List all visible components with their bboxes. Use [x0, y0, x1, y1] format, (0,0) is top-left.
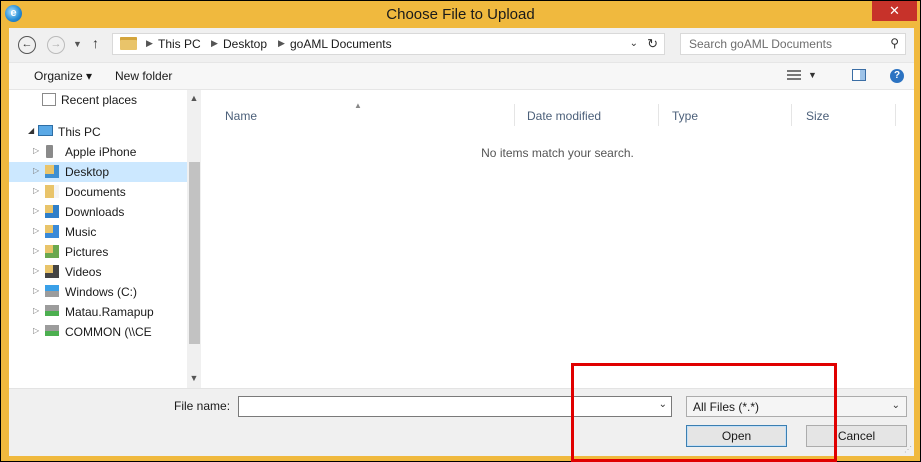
nav-item-windows-c[interactable]: ▷ Windows (C:): [9, 282, 187, 302]
search-input[interactable]: [689, 36, 869, 52]
downloads-folder-icon: [45, 205, 59, 218]
back-button[interactable]: ←: [18, 36, 36, 54]
nav-item-label: Downloads: [65, 205, 125, 219]
drive-icon: [45, 285, 59, 297]
nav-item-this-pc[interactable]: ◢ This PC: [9, 122, 187, 142]
view-options-icon[interactable]: [787, 70, 801, 81]
videos-folder-icon: [45, 265, 59, 278]
nav-item-recent-places[interactable]: Recent places: [9, 90, 187, 110]
nav-item-apple-iphone[interactable]: ▷ Apple iPhone: [9, 142, 187, 162]
chevron-right-icon[interactable]: ▶: [211, 38, 218, 49]
nav-item-music[interactable]: ▷ Music: [9, 222, 187, 242]
empty-results-message: No items match your search.: [481, 146, 634, 160]
chevron-right-icon[interactable]: ▶: [278, 38, 285, 49]
nav-item-downloads[interactable]: ▷ Downloads: [9, 202, 187, 222]
nav-item-label: Matau.Ramapup: [65, 305, 154, 319]
desktop-folder-icon: [45, 165, 59, 178]
nav-item-matau-ramapup[interactable]: ▷ Matau.Ramapup: [9, 302, 187, 322]
column-divider[interactable]: [895, 104, 896, 126]
close-button[interactable]: ✕: [872, 1, 917, 21]
nav-item-desktop[interactable]: ▷ Desktop: [9, 162, 191, 182]
file-name-label: File name:: [174, 399, 231, 413]
scrollbar-thumb[interactable]: [189, 162, 200, 344]
chevron-down-icon[interactable]: ⌄: [892, 400, 900, 411]
new-folder-button[interactable]: New folder: [115, 69, 172, 83]
command-toolbar: Organize ▾ New folder ▼ ?: [9, 62, 914, 90]
preview-pane-icon[interactable]: [852, 69, 866, 81]
annotation-highlight-box: [571, 363, 837, 462]
recent-places-icon: [42, 93, 56, 106]
pictures-folder-icon: [45, 245, 59, 258]
title-bar: e Choose File to Upload ✕: [1, 1, 920, 28]
chevron-right-icon[interactable]: ▶: [146, 38, 153, 49]
documents-folder-icon: [45, 185, 59, 198]
collapsed-arrow-icon[interactable]: ▷: [33, 306, 39, 315]
collapsed-arrow-icon[interactable]: ▷: [33, 226, 39, 235]
nav-item-label: Apple iPhone: [65, 145, 137, 159]
expanded-arrow-icon[interactable]: ◢: [28, 126, 34, 135]
scroll-down-arrow-icon[interactable]: ▼: [187, 370, 201, 386]
nav-item-label: This PC: [58, 125, 101, 139]
network-drive-icon: [45, 325, 59, 336]
address-bar[interactable]: ▶ This PC ▶ Desktop ▶ goAML Documents ⌄ …: [112, 33, 665, 55]
column-header-date-modified[interactable]: Date modified: [527, 109, 601, 123]
collapsed-arrow-icon[interactable]: ▷: [33, 146, 39, 155]
collapsed-arrow-icon[interactable]: ▷: [33, 286, 39, 295]
up-button[interactable]: ↑: [92, 35, 99, 51]
column-divider[interactable]: [514, 104, 515, 126]
resize-grip-icon[interactable]: ⋰: [904, 445, 912, 454]
search-box[interactable]: ⚲: [680, 33, 906, 55]
computer-icon: [38, 125, 53, 136]
sort-ascending-icon: ▲: [354, 101, 362, 110]
column-divider[interactable]: [791, 104, 792, 126]
folder-icon: [120, 37, 137, 50]
breadcrumb-this-pc[interactable]: This PC: [158, 37, 201, 51]
nav-item-common[interactable]: ▷ COMMON (\\CE: [9, 322, 187, 342]
help-icon[interactable]: ?: [890, 69, 904, 83]
phone-icon: [46, 145, 53, 158]
nav-item-label: Music: [65, 225, 97, 239]
network-drive-icon: [45, 305, 59, 316]
nav-item-documents[interactable]: ▷ Documents: [9, 182, 187, 202]
nav-item-pictures[interactable]: ▷ Pictures: [9, 242, 187, 262]
organize-button[interactable]: Organize ▾: [34, 69, 92, 83]
column-divider[interactable]: [658, 104, 659, 126]
refresh-icon[interactable]: ↻: [647, 36, 658, 52]
nav-item-label: COMMON (\\CE: [65, 325, 152, 339]
nav-item-label: Desktop: [65, 165, 110, 179]
search-icon[interactable]: ⚲: [890, 36, 899, 50]
nav-item-label: Documents: [65, 185, 126, 199]
column-header-size[interactable]: Size: [806, 109, 829, 123]
file-list[interactable]: ▲ Name Date modified Type Size No items …: [201, 90, 914, 388]
collapsed-arrow-icon[interactable]: ▷: [33, 246, 39, 255]
forward-button[interactable]: →: [47, 36, 65, 54]
collapsed-arrow-icon[interactable]: ▷: [33, 266, 39, 275]
nav-item-videos[interactable]: ▷ Videos: [9, 262, 187, 282]
collapsed-arrow-icon[interactable]: ▷: [33, 166, 39, 175]
collapsed-arrow-icon[interactable]: ▷: [33, 326, 39, 335]
column-header-name[interactable]: Name: [225, 109, 257, 123]
music-folder-icon: [45, 225, 59, 238]
navigation-pane: Recent places ◢ This PC ▷ Apple iPhone ▷…: [9, 90, 201, 388]
nav-item-label: Videos: [65, 265, 102, 279]
collapsed-arrow-icon[interactable]: ▷: [33, 186, 39, 195]
address-row: ← → ▼ ↑ ▶ This PC ▶ Desktop ▶ goAML Docu…: [9, 28, 914, 62]
address-dropdown-icon[interactable]: ⌄: [630, 38, 638, 49]
breadcrumb-desktop[interactable]: Desktop: [223, 37, 267, 51]
collapsed-arrow-icon[interactable]: ▷: [33, 206, 39, 215]
nav-item-label: Pictures: [65, 245, 109, 259]
nav-item-label: Windows (C:): [65, 285, 138, 299]
recent-locations-dropdown[interactable]: ▼: [73, 39, 82, 49]
breadcrumb-goaml-documents[interactable]: goAML Documents: [290, 37, 392, 51]
nav-item-label: Recent places: [61, 93, 138, 107]
view-dropdown-icon[interactable]: ▼: [808, 70, 817, 80]
window-title: Choose File to Upload: [386, 6, 535, 23]
scroll-up-arrow-icon[interactable]: ▲: [187, 90, 201, 106]
column-header-type[interactable]: Type: [672, 109, 698, 123]
